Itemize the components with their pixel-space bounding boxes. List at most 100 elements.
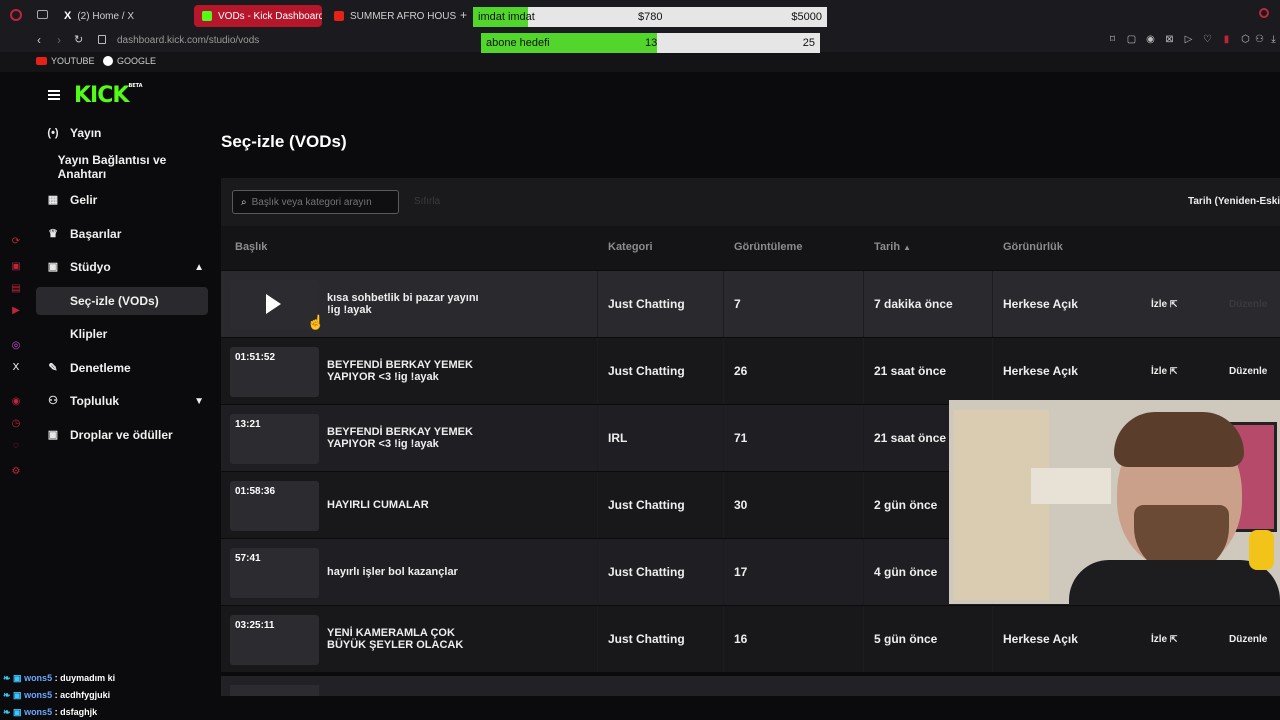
vod-thumbnail[interactable]: 01:51:52 [230,347,319,397]
sidebar-item-droplar[interactable]: ▣ Droplar ve ödüller [36,421,208,449]
chat-badge-icon: ❧ ▣ [3,690,22,700]
forward-icon[interactable]: › [57,33,61,47]
lock-icon [98,35,106,44]
trophy-icon: ♛ [48,228,58,240]
column-divider [863,338,864,404]
chat-icon[interactable]: ◌ [10,440,22,452]
donation-current: $780 [638,11,663,23]
search-box[interactable]: ⌕ [232,190,399,214]
vod-title[interactable]: HAYIRLI CUMALAR [327,472,492,538]
edit-button[interactable]: Düzenle [1229,338,1267,404]
vod-date: 2 gün önce [874,498,938,512]
vod-title[interactable]: hayırlı işler bol kazançlar [327,539,492,605]
tab-label: SUMMER AFRO HOUSE S [350,10,456,22]
vod-thumbnail[interactable]: 03:25:11 [230,615,319,665]
sidebar-item-stream-key[interactable]: Yayın Bağlantısı ve Anahtarı [36,153,208,181]
edit-button[interactable]: Düzenle [1229,271,1267,337]
vod-duration: 13:21 [235,419,261,430]
table-row[interactable]: 03:25:11 YENİ KAMERAMLA ÇOK BÜYÜK ŞEYLER … [221,606,1280,672]
back-icon[interactable]: ‹ [37,33,41,47]
chat-text: duymadım ki [60,673,116,683]
wallet-icon[interactable]: ▤ [10,283,22,295]
chat-message: ❧ ▣ wons5 : acdhfygjuki [3,690,111,700]
sidebar-item-label: Başarılar [70,227,122,241]
tab-overview-icon[interactable] [37,10,48,19]
bookmark-youtube[interactable]: YOUTUBE [36,56,95,66]
edit-button[interactable]: Düzenle [1229,606,1267,672]
column-header-date[interactable]: Tarih ▲ [874,241,911,253]
sub-label: abone hedefi [486,37,550,49]
watch-link[interactable]: İzle ⇱ [1151,606,1177,672]
column-divider [863,271,864,337]
search-input[interactable] [251,196,387,208]
vod-visibility: Herkese Açık [1003,632,1078,646]
sidebar-item-studyo[interactable]: ▣ Stüdyo ▲ [36,253,208,281]
clock-icon[interactable]: ◷ [10,418,22,430]
hamburger-menu-icon[interactable] [48,90,60,100]
bag-icon[interactable]: ▣ [10,261,22,273]
sidebar-item-label: Yayın [70,126,102,140]
profile-icon[interactable]: ⚇ [1254,34,1265,45]
sidebar-item-gelir[interactable]: ▦ Gelir [36,186,208,214]
vod-title[interactable]: BEYFENDİ BERKAY YEMEK YAPIYOR <3 !ig !ay… [327,338,492,404]
history-icon[interactable]: ⟳ [10,236,22,248]
new-tab-button[interactable]: + [460,8,467,22]
search-icon[interactable] [1259,8,1269,18]
bookmark-google[interactable]: GOOGLE [103,56,156,66]
sidebar-item-label: Topluluk [70,394,120,408]
studio-icon: ▣ [47,261,59,273]
sidebar-item-vods[interactable]: Seç-izle (VODs) [36,287,208,315]
sidebar-item-klipler[interactable]: Klipler [36,320,208,348]
column-divider [597,338,598,404]
reload-icon[interactable]: ↻ [74,33,83,46]
youtube-icon[interactable]: ▶ [10,305,22,317]
vod-title[interactable]: YENİ KAMERAMLA ÇOK BÜYÜK ŞEYLER OLACAK [327,606,492,672]
heart-icon[interactable]: ♡ [1202,34,1213,45]
tab-kick-dashboard[interactable]: VODs - Kick Dashboard [194,5,322,27]
vod-title[interactable]: kısa sohbetlik bi pazar yayını !ig !ayak [327,271,492,337]
extension-red-icon[interactable]: ▮ [1221,34,1232,45]
sidebar-item-basarilar[interactable]: ♛ Başarılar [36,220,208,248]
sidebar-item-denetleme[interactable]: ✎ Denetleme [36,354,208,382]
tab-youtube-music[interactable]: SUMMER AFRO HOUSE S [326,5,456,27]
x-icon[interactable]: X [10,362,22,374]
adblock-icon[interactable]: ◉ [1145,34,1156,45]
vod-thumbnail[interactable]: 01:58:36 [230,481,319,531]
chat-username: wons5 [24,690,53,700]
player-icon[interactable]: ◉ [10,396,22,408]
donation-label: imdat imdat [478,11,535,23]
watch-link[interactable]: İzle ⇱ [1151,338,1177,404]
play-icon[interactable]: ▷ [1183,34,1194,45]
reset-filter-link[interactable]: Sıfırla [414,196,440,207]
sort-asc-icon: ▲ [903,243,912,252]
table-row[interactable]: kısa sohbetlik bi pazar yayını !ig !ayak… [221,271,1280,337]
bookmark-label: GOOGLE [117,56,157,66]
external-link-icon: ⇱ [1169,633,1178,644]
column-divider [597,606,598,672]
browser-menu-icon[interactable] [10,9,22,21]
url-field[interactable]: dashboard.kick.com/studio/vods [117,35,259,46]
snapshot-icon[interactable]: ▢ [1126,34,1137,45]
tab-x-home[interactable]: X (2) Home / X [56,5,186,27]
kick-logo[interactable]: KICKBETA [74,83,143,108]
sort-dropdown[interactable]: Tarih (Yeniden-Eski) [1188,196,1280,207]
vod-thumbnail[interactable] [230,280,319,330]
vod-duration: 03:25:11 [235,620,275,631]
vod-thumbnail[interactable]: 57:41 [230,548,319,598]
sidebar-item-topluluk[interactable]: ⚇ Topluluk ▼ [36,387,208,415]
download-icon[interactable]: ⤓ [1268,34,1279,45]
chat-text: dsfaghjk [60,707,98,717]
table-row[interactable]: 01:51:52 BEYFENDİ BERKAY YEMEK YAPIYOR <3… [221,338,1280,404]
sidebar-item-label: Droplar ve ödüller [70,428,173,442]
cube-icon[interactable]: ⬡ [1240,34,1251,45]
vod-thumbnail[interactable]: 13:21 [230,414,319,464]
google-icon [103,56,113,66]
watch-link[interactable]: İzle ⇱ [1151,271,1177,337]
settings-icon[interactable]: ⚙ [10,466,22,478]
sidebar-item-yayin[interactable]: (•) Yayın [36,119,208,147]
wallet-icon[interactable]: ⊠ [1164,34,1175,45]
instagram-icon[interactable]: ◎ [10,340,22,352]
vod-title[interactable]: BEYFENDİ BERKAY YEMEK YAPIYOR <3 !ig !ay… [327,405,492,471]
bookmark-icon[interactable]: ⌑ [1107,34,1118,45]
chat-message: ❧ ▣ wons5 : duymadım ki [3,673,116,683]
